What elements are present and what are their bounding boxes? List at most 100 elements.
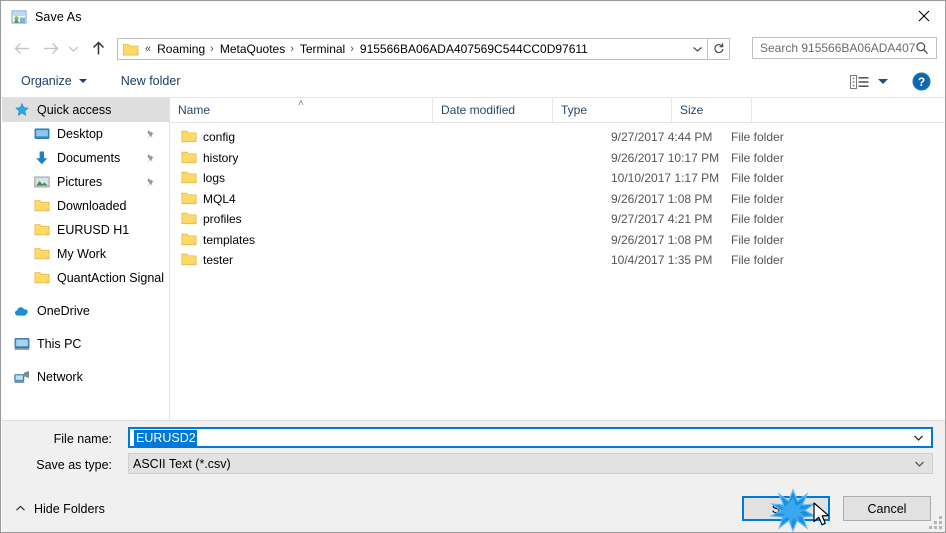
breadcrumb-separator: › [290, 42, 294, 55]
table-row[interactable]: MQL4 9/26/2017 1:08 PM File folder [170, 189, 945, 210]
cell-date-modified: 9/26/2017 10:17 PM [611, 150, 720, 165]
save-as-type-select[interactable]: ASCII Text (*.csv) [128, 453, 933, 474]
breadcrumb-item-roaming[interactable]: Roaming [155, 42, 207, 56]
cell-type: File folder [731, 253, 784, 268]
title-bar: Save As [1, 1, 945, 32]
cell-date-modified: 10/10/2017 1:17 PM [611, 171, 720, 186]
cancel-button[interactable]: Cancel [843, 496, 931, 521]
network-icon [14, 369, 30, 385]
sidebar-item-label: QuantAction Signal [57, 271, 165, 285]
pin-icon[interactable] [145, 127, 156, 145]
folder-icon [181, 252, 197, 266]
save-as-type-label: Save as type: [36, 458, 112, 472]
folder-icon [34, 222, 50, 238]
folder-icon [34, 270, 50, 286]
folder-icon [123, 42, 139, 56]
help-icon[interactable]: ? [912, 72, 931, 91]
sidebar-item-desktop[interactable]: Desktop [2, 122, 169, 146]
star-icon [14, 102, 30, 118]
sidebar-item-pictures[interactable]: Pictures [2, 170, 169, 194]
folder-icon [34, 198, 50, 214]
sidebar-item-label: Desktop [57, 127, 103, 141]
table-row[interactable]: config 9/27/2017 4:44 PM File folder [170, 127, 945, 148]
table-row[interactable]: templates 9/26/2017 1:08 PM File folder [170, 230, 945, 251]
sidebar: Quick access Desktop Documents Pictures … [2, 98, 169, 420]
cell-name: templates [203, 232, 256, 247]
breadcrumb-prefix: « [145, 42, 152, 55]
arrow-up-icon[interactable] [86, 37, 110, 61]
file-name-value: EURUSD2 [134, 429, 197, 446]
refresh-icon[interactable] [708, 37, 730, 60]
file-name-input[interactable]: EURUSD2 [128, 427, 933, 448]
view-layout-icon[interactable] [846, 72, 892, 92]
new-folder-button[interactable]: New folder [115, 71, 187, 91]
cell-type: File folder [731, 212, 784, 227]
chevron-down-icon[interactable] [913, 434, 924, 442]
breadcrumb-separator: › [350, 42, 354, 55]
chevron-up-icon [15, 504, 26, 514]
address-bar[interactable]: « Roaming › MetaQuotes › Terminal › 9155… [117, 37, 708, 60]
chevron-down-icon[interactable] [687, 39, 707, 59]
cell-date-modified: 9/26/2017 1:08 PM [611, 191, 713, 206]
sidebar-item-quantaction-signal[interactable]: QuantAction Signal [2, 266, 169, 290]
toolbar: Organize New folder ? [1, 65, 945, 98]
column-header-name[interactable]: Name [170, 98, 433, 122]
hide-folders-button[interactable]: Hide Folders [15, 502, 105, 516]
search-input[interactable]: Search 915566BA06ADA40756... [760, 41, 915, 55]
cell-type: File folder [731, 232, 784, 247]
sidebar-item-documents[interactable]: Documents [2, 146, 169, 170]
cell-type: File folder [731, 150, 784, 165]
file-list-pane: ˄ Name Date modified Type Size config 9/… [170, 98, 945, 420]
breadcrumb-separator: › [210, 42, 214, 55]
chevron-down-icon[interactable] [64, 37, 82, 61]
breadcrumb-item-metaquotes[interactable]: MetaQuotes [218, 42, 287, 56]
sidebar-item-this-pc[interactable]: This PC [2, 332, 169, 356]
sidebar-item-label: This PC [37, 337, 82, 351]
folder-icon [181, 129, 197, 143]
pin-icon[interactable] [145, 175, 156, 193]
table-row[interactable]: logs 10/10/2017 1:17 PM File folder [170, 168, 945, 189]
breadcrumb[interactable]: « Roaming › MetaQuotes › Terminal › 9155… [142, 42, 687, 56]
cancel-button-label: Cancel [867, 501, 907, 516]
sidebar-item-label: Pictures [57, 175, 103, 189]
save-as-icon [11, 9, 27, 25]
sidebar-item-label: EURUSD H1 [57, 223, 130, 237]
arrow-right-icon[interactable] [38, 37, 62, 61]
folder-icon [34, 246, 50, 262]
organize-button[interactable]: Organize [15, 71, 93, 91]
chevron-down-icon[interactable] [914, 460, 925, 468]
table-row[interactable]: history 9/26/2017 10:17 PM File folder [170, 148, 945, 169]
breadcrumb-item-terminal[interactable]: Terminal [298, 42, 347, 56]
cell-type: File folder [731, 130, 784, 145]
close-button[interactable] [901, 1, 945, 31]
cell-type: File folder [731, 171, 784, 186]
folder-icon [181, 211, 197, 225]
sidebar-item-label: Downloaded [57, 199, 127, 213]
sidebar-item-eurusd-h1[interactable]: EURUSD H1 [2, 218, 169, 242]
save-button[interactable]: Save [742, 496, 830, 521]
cell-name: logs [203, 171, 226, 186]
sidebar-item-my-work[interactable]: My Work [2, 242, 169, 266]
download-arrow-icon [34, 150, 50, 166]
sidebar-item-downloaded[interactable]: Downloaded [2, 194, 169, 218]
sidebar-item-quick-access[interactable]: Quick access [2, 98, 169, 122]
new-folder-label: New folder [120, 74, 181, 88]
column-header-date-modified[interactable]: Date modified [433, 98, 553, 122]
sidebar-item-network[interactable]: Network [2, 365, 169, 389]
column-header-type[interactable]: Type [553, 98, 672, 122]
arrow-left-icon[interactable] [10, 37, 34, 61]
sidebar-item-label: Documents [57, 151, 121, 165]
save-button-label: Save [771, 501, 801, 516]
sidebar-item-onedrive[interactable]: OneDrive [2, 299, 169, 323]
table-row[interactable]: tester 10/4/2017 1:35 PM File folder [170, 250, 945, 271]
chevron-down-icon [78, 79, 87, 83]
cell-date-modified: 9/26/2017 1:08 PM [611, 232, 713, 247]
column-header-size[interactable]: Size [672, 98, 752, 122]
breadcrumb-item-guid[interactable]: 915566BA06ADA407569C544CC0D97611 [358, 42, 590, 56]
cell-date-modified: 9/27/2017 4:44 PM [611, 130, 713, 145]
search-box[interactable]: Search 915566BA06ADA40756... [752, 37, 937, 59]
table-row[interactable]: profiles 9/27/2017 4:21 PM File folder [170, 209, 945, 230]
pin-icon[interactable] [145, 151, 156, 169]
